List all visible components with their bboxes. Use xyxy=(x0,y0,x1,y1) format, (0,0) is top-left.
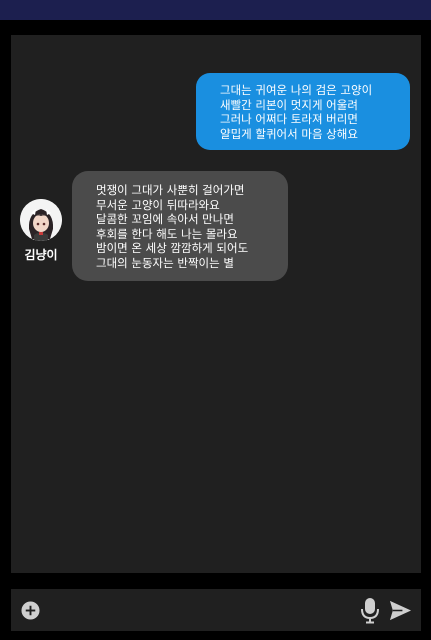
sender-name: 김냥이 xyxy=(24,248,58,262)
title-bar xyxy=(0,0,431,20)
avatar-image xyxy=(20,199,62,241)
avatar[interactable] xyxy=(20,199,62,241)
chat-panel[interactable]: 그대는 귀여운 나의 검은 고양이 새빨간 리본이 멋지게 어울려 그러나 어쩌… xyxy=(11,35,421,573)
send-icon[interactable] xyxy=(389,599,412,622)
message-bubble-received[interactable]: 멋쟁이 그대가 사뿐히 걸어가면 무서운 고양이 뒤따라와요 달콤한 꼬임에 속… xyxy=(72,171,288,281)
microphone-icon[interactable] xyxy=(360,597,380,624)
message-input-bar[interactable] xyxy=(11,589,421,631)
message-bubble-sent[interactable]: 그대는 귀여운 나의 검은 고양이 새빨간 리본이 멋지게 어울려 그러나 어쩌… xyxy=(196,73,410,150)
plus-circle-icon[interactable] xyxy=(21,601,40,620)
